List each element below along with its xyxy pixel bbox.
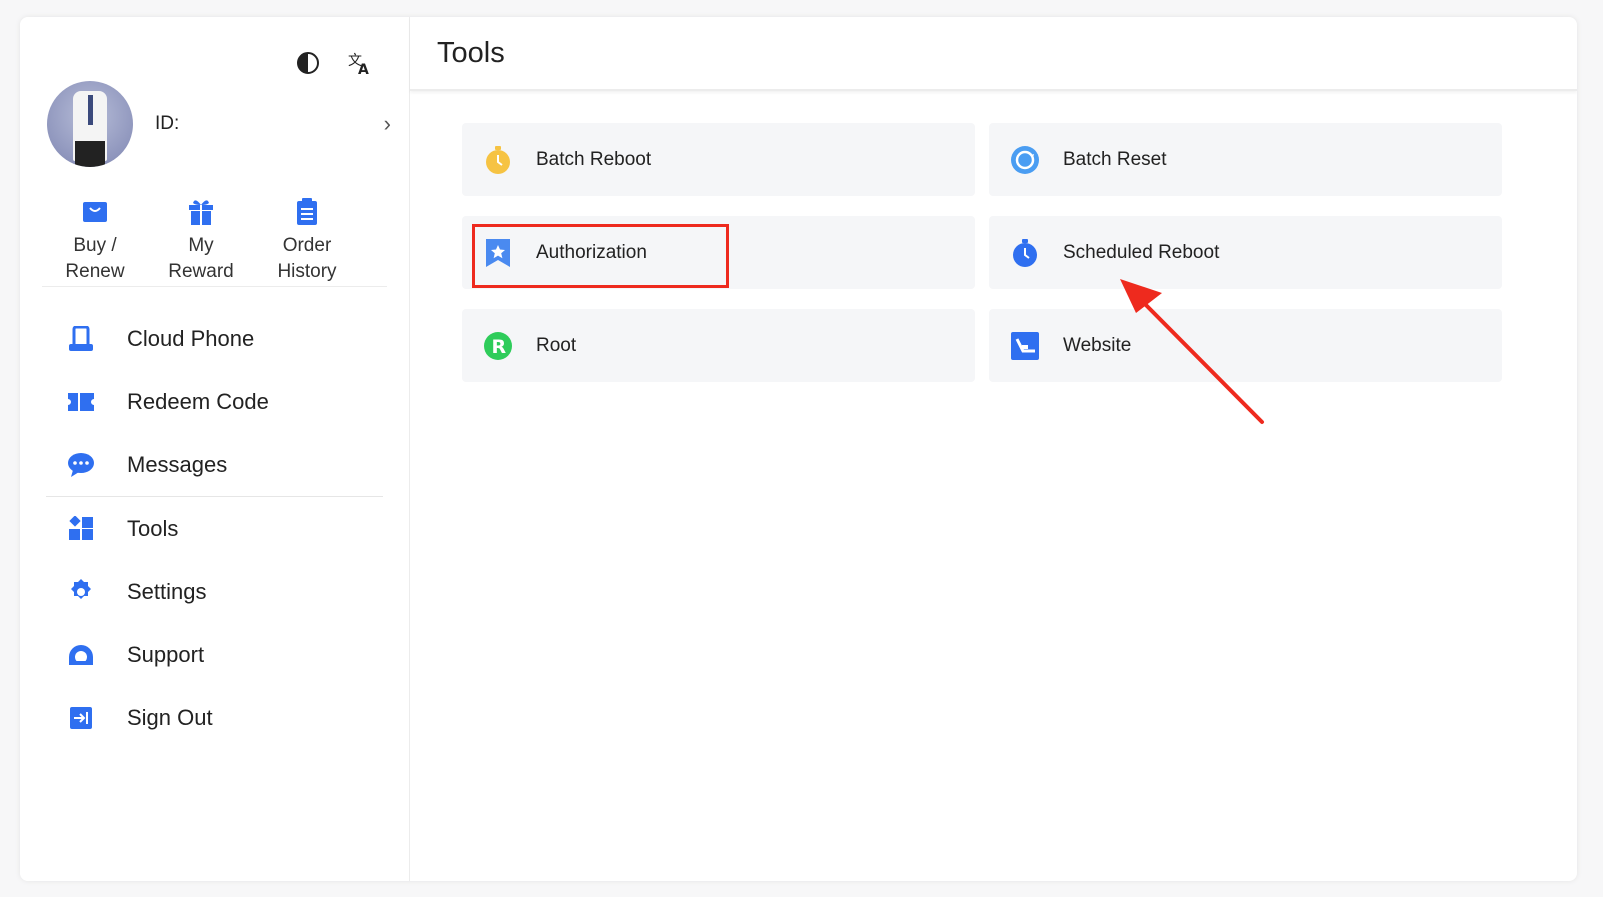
sign-out-icon — [66, 703, 96, 733]
cloud-phone-icon — [66, 324, 96, 354]
sidebar-menu: Cloud Phone Redeem Code Messages Tools S… — [46, 307, 383, 749]
buy-renew-button[interactable]: Buy / Renew — [42, 195, 148, 286]
bookmark-star-icon — [482, 237, 514, 269]
sidebar-item-tools[interactable]: Tools — [46, 497, 383, 560]
chevron-right-icon[interactable]: › — [384, 111, 391, 137]
my-reward-label: My Reward — [168, 235, 234, 282]
theme-contrast-icon[interactable] — [294, 49, 322, 77]
avatar — [47, 81, 133, 167]
sidebar-item-redeem-code[interactable]: Redeem Code — [46, 370, 383, 433]
sidebar-item-label: Settings — [127, 578, 207, 604]
top-icons: 文A — [294, 49, 374, 77]
main-content: Tools Batch Reboot Batch Reset Authoriza… — [410, 17, 1577, 881]
order-history-label: Order History — [277, 235, 337, 282]
sidebar-item-label: Cloud Phone — [127, 325, 255, 351]
svg-text:R: R — [492, 336, 507, 358]
tool-card-authorization[interactable]: Authorization — [462, 216, 975, 289]
page-header: Tools — [410, 17, 1577, 91]
app-window: 文A ID: › Buy / Renew My Reward Order His… — [20, 17, 1577, 881]
page-title: Tools — [437, 36, 505, 69]
sidebar-item-label: Tools — [127, 515, 179, 541]
tool-label: Authorization — [536, 241, 647, 263]
sidebar-item-cloud-phone[interactable]: Cloud Phone — [46, 307, 383, 370]
tools-grid: Batch Reboot Batch Reset Authorization S… — [462, 123, 1502, 382]
ticket-icon — [66, 387, 96, 417]
tool-label: Website — [1063, 334, 1132, 356]
sidebar-item-messages[interactable]: Messages — [46, 433, 383, 496]
sidebar-item-label: Redeem Code — [127, 388, 269, 414]
order-history-button[interactable]: Order History — [254, 195, 360, 286]
chat-bubble-icon — [66, 450, 96, 480]
shopping-bag-icon — [42, 195, 148, 229]
quick-actions: Buy / Renew My Reward Order History — [42, 195, 387, 287]
tool-card-batch-reboot[interactable]: Batch Reboot — [462, 123, 975, 196]
website-icon — [1009, 330, 1041, 362]
sidebar-item-label: Sign Out — [127, 704, 213, 730]
tool-card-website[interactable]: Website — [989, 309, 1502, 382]
root-r-icon: R — [482, 330, 514, 362]
buy-renew-label: Buy / Renew — [65, 235, 125, 282]
my-reward-button[interactable]: My Reward — [148, 195, 254, 286]
timer-icon — [482, 144, 514, 176]
tool-card-scheduled-reboot[interactable]: Scheduled Reboot — [989, 216, 1502, 289]
sidebar: 文A ID: › Buy / Renew My Reward Order His… — [20, 17, 410, 881]
tools-grid-icon — [66, 514, 96, 544]
sidebar-item-sign-out[interactable]: Sign Out — [46, 686, 383, 749]
gear-icon — [66, 577, 96, 607]
sidebar-item-support[interactable]: Support — [46, 623, 383, 686]
gift-icon — [148, 195, 254, 229]
tool-label: Scheduled Reboot — [1063, 241, 1220, 263]
tool-label: Batch Reboot — [536, 148, 652, 170]
sidebar-item-label: Support — [127, 641, 205, 667]
clock-icon — [1009, 237, 1041, 269]
tool-card-batch-reset[interactable]: Batch Reset — [989, 123, 1502, 196]
tool-label: Batch Reset — [1063, 148, 1167, 170]
headset-icon — [66, 640, 96, 670]
sidebar-item-label: Messages — [127, 451, 228, 477]
refresh-icon — [1009, 144, 1041, 176]
profile-card[interactable]: ID: › — [47, 81, 393, 167]
tool-label: Root — [536, 334, 577, 356]
document-icon — [254, 195, 360, 229]
sidebar-item-settings[interactable]: Settings — [46, 560, 383, 623]
tool-card-root[interactable]: R Root — [462, 309, 975, 382]
user-id-label: ID: — [155, 113, 180, 134]
translate-icon[interactable]: 文A — [346, 49, 374, 77]
svg-text:A: A — [358, 62, 369, 76]
